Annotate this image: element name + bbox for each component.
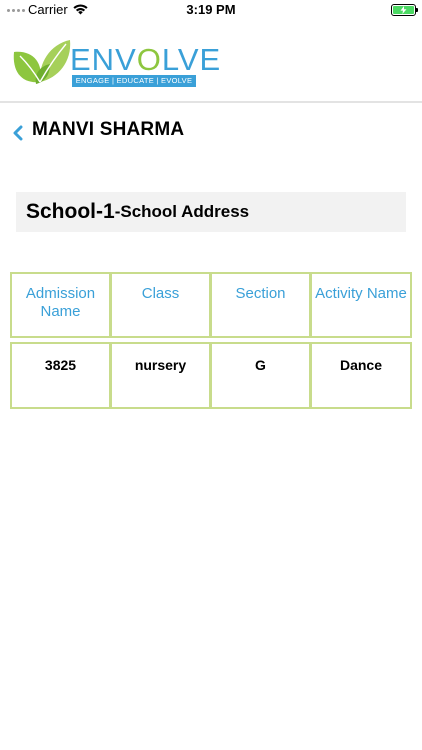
leaf-logo-icon <box>13 40 71 84</box>
column-header-class: Class <box>110 272 211 338</box>
battery-icon <box>391 4 418 16</box>
school-name: School-1 <box>26 200 115 223</box>
page-title: MANVI SHARMA <box>32 119 185 140</box>
chevron-left-icon[interactable] <box>11 124 25 142</box>
envolve-logo: ENVOLVE ENGAGE | EDUCATE | EVOLVE <box>10 34 220 90</box>
logo-tagline: ENGAGE | EDUCATE | EVOLVE <box>72 75 196 87</box>
logo-wordmark: ENVOLVE <box>70 42 222 77</box>
school-info-bar: School-1 -School Address <box>16 192 406 232</box>
table-cell-class: nursery <box>110 342 211 409</box>
status-bar: Carrier 3:19 PM <box>0 0 422 22</box>
table-cell-section: G <box>210 342 311 409</box>
charging-bolt-icon <box>400 6 407 14</box>
school-address: -School Address <box>114 202 250 221</box>
column-header-activity-name: Activity Name <box>310 272 412 338</box>
table-cell-admission-number: 3825 <box>10 342 111 409</box>
table-cell-activity: Dance <box>310 342 412 409</box>
column-header-section: Section <box>210 272 311 338</box>
battery-level <box>393 6 414 14</box>
column-header-admission-name: Admission Name <box>10 272 111 338</box>
header-divider <box>0 101 422 103</box>
status-time: 3:19 PM <box>186 2 236 17</box>
